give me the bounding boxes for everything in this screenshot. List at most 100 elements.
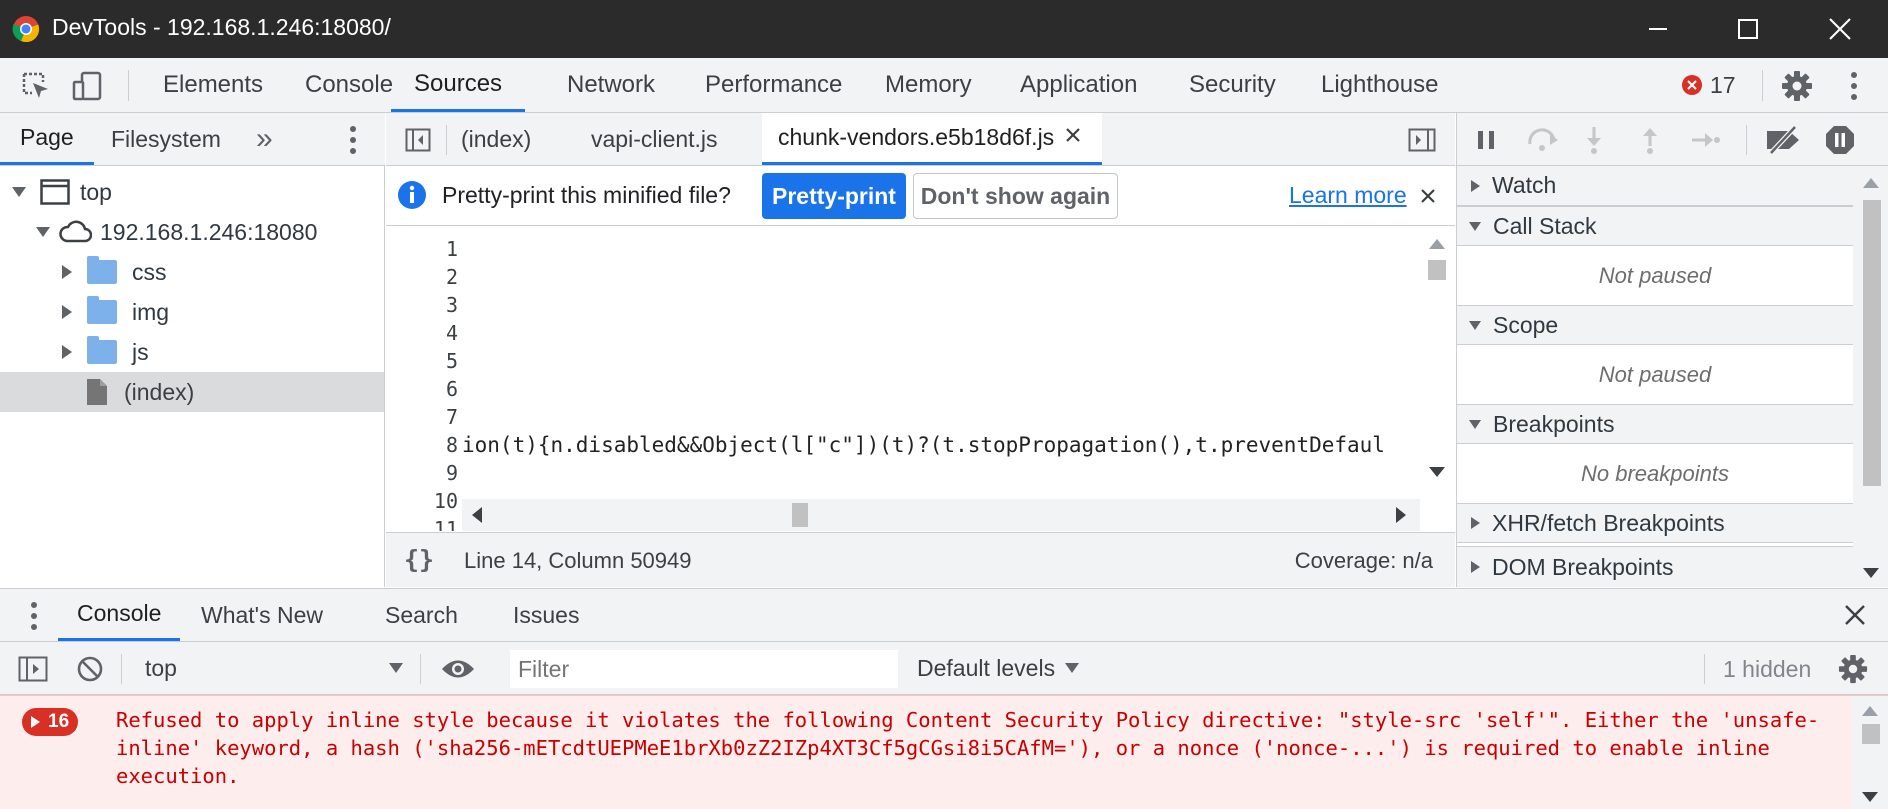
- scroll-down-icon[interactable]: [1862, 792, 1878, 802]
- debugger-sidebar: Watch Call Stack Not paused Scope Not pa…: [1456, 113, 1888, 587]
- repeat-count-badge[interactable]: 16: [22, 708, 79, 736]
- console-error-message[interactable]: 16 Refused to apply inline style because…: [0, 695, 1888, 809]
- repeat-count: 16: [48, 711, 70, 732]
- close-drawer-icon[interactable]: [1845, 605, 1865, 625]
- tab-elements[interactable]: Elements: [163, 58, 263, 112]
- tab-lighthouse[interactable]: Lighthouse: [1321, 58, 1438, 112]
- scroll-left-icon[interactable]: [472, 507, 482, 523]
- tree-item-folder[interactable]: js: [0, 332, 384, 372]
- tab-page[interactable]: Page: [0, 113, 94, 165]
- debugger-scrollbar[interactable]: [1853, 166, 1888, 587]
- cursor-position: Line 14, Column 50949: [464, 548, 692, 573]
- tree-item-folder[interactable]: css: [0, 252, 384, 292]
- tree-item-top[interactable]: top: [0, 172, 384, 212]
- tab-network[interactable]: Network: [567, 58, 655, 112]
- more-vert-icon: [1851, 72, 1857, 100]
- clear-console-button[interactable]: [75, 654, 105, 684]
- scroll-right-icon[interactable]: [1396, 507, 1406, 523]
- pause-on-exceptions-button[interactable]: [1823, 124, 1857, 156]
- toggle-navigator-button[interactable]: [404, 126, 432, 154]
- deactivate-breakpoints-button[interactable]: [1764, 124, 1804, 156]
- scroll-down-icon[interactable]: [1863, 568, 1879, 578]
- dont-show-again-button[interactable]: Don't show again: [913, 173, 1118, 219]
- editor-tab-index[interactable]: (index): [461, 113, 531, 165]
- error-counter[interactable]: 17: [1682, 69, 1736, 101]
- maximize-button[interactable]: [1718, 8, 1778, 50]
- toolbar-divider: [1762, 70, 1763, 101]
- console-settings-button[interactable]: [1836, 652, 1870, 686]
- toggle-debugger-button[interactable]: [1407, 126, 1437, 154]
- folder-icon: [87, 296, 117, 324]
- minimize-button[interactable]: [1628, 8, 1688, 50]
- editor-tab-chunk-vendors[interactable]: chunk-vendors.e5b18d6f.js: [762, 113, 1102, 165]
- learn-more-link[interactable]: Learn more: [1289, 182, 1407, 209]
- scroll-thumb[interactable]: [792, 503, 808, 527]
- toolbar-divider: [420, 654, 421, 684]
- pause-icon: [1478, 131, 1494, 149]
- file-icon: [87, 379, 107, 405]
- tab-filesystem[interactable]: Filesystem: [111, 113, 221, 165]
- console-scrollbar[interactable]: [1852, 696, 1888, 809]
- main-toolbar: Elements Console Sources Network Perform…: [0, 58, 1888, 113]
- tree-item-index[interactable]: (index): [0, 372, 384, 412]
- gear-icon: [1838, 654, 1868, 684]
- device-toolbar-button[interactable]: [70, 68, 106, 104]
- console-filter-input[interactable]: [510, 650, 898, 688]
- editor-tab-label: chunk-vendors.e5b18d6f.js: [778, 124, 1055, 150]
- pretty-print-button[interactable]: Pretty-print: [762, 173, 906, 219]
- scroll-down-icon[interactable]: [1429, 467, 1445, 477]
- tab-security[interactable]: Security: [1189, 58, 1276, 112]
- tree-item-host[interactable]: 192.168.1.246:18080: [0, 212, 384, 252]
- breakpoints-pane-header[interactable]: Breakpoints: [1457, 404, 1853, 444]
- sidebar-toggle-icon: [18, 656, 48, 682]
- pretty-print-infobar: Pretty-print this minified file? Pretty-…: [386, 166, 1455, 226]
- drawer-tab-whats-new[interactable]: What's New: [201, 589, 323, 641]
- scroll-up-icon[interactable]: [1429, 239, 1445, 249]
- toolbar-divider: [121, 654, 122, 684]
- tree-item-folder[interactable]: img: [0, 292, 384, 332]
- navigator-menu-button[interactable]: [338, 124, 368, 156]
- format-braces-icon[interactable]: {}: [404, 545, 434, 574]
- tab-memory[interactable]: Memory: [885, 58, 972, 112]
- log-levels-dropdown[interactable]: Default levels: [917, 642, 1080, 694]
- settings-button[interactable]: [1779, 68, 1815, 104]
- source-editor: (index) vapi-client.js chunk-vendors.e5b…: [386, 113, 1455, 587]
- customize-menu-button[interactable]: [1836, 68, 1872, 104]
- close-window-button[interactable]: [1810, 8, 1870, 50]
- pane-title: Breakpoints: [1493, 410, 1615, 437]
- more-tabs-button[interactable]: »: [256, 113, 273, 165]
- pause-exceptions-icon: [1826, 126, 1854, 154]
- xhr-breakpoints-pane-header[interactable]: XHR/fetch Breakpoints: [1457, 503, 1853, 543]
- context-selector[interactable]: top: [145, 642, 403, 694]
- scroll-thumb[interactable]: [1863, 200, 1881, 486]
- tab-application[interactable]: Application: [1020, 58, 1137, 112]
- dom-breakpoints-pane-header[interactable]: DOM Breakpoints: [1457, 546, 1853, 587]
- scroll-up-icon[interactable]: [1863, 178, 1879, 188]
- live-expression-button[interactable]: [440, 654, 476, 684]
- toggle-console-sidebar-button[interactable]: [17, 654, 49, 684]
- scroll-up-icon[interactable]: [1862, 706, 1878, 716]
- scope-pane-header[interactable]: Scope: [1457, 305, 1853, 345]
- scroll-thumb[interactable]: [1428, 260, 1446, 280]
- close-tab-icon[interactable]: [1066, 127, 1080, 142]
- drawer-tab-console[interactable]: Console: [58, 589, 181, 641]
- scroll-thumb[interactable]: [1862, 724, 1880, 744]
- tab-sources[interactable]: Sources: [391, 58, 526, 112]
- drawer-menu-button[interactable]: [20, 600, 48, 632]
- drawer-tab-issues[interactable]: Issues: [513, 589, 579, 641]
- watch-pane-header[interactable]: Watch: [1457, 166, 1853, 206]
- tab-console[interactable]: Console: [305, 58, 393, 112]
- inspect-element-button[interactable]: [18, 68, 54, 104]
- drawer-tab-search[interactable]: Search: [385, 589, 458, 641]
- editor-vertical-scrollbar[interactable]: [1420, 227, 1455, 531]
- editor-horizontal-scrollbar[interactable]: [462, 499, 1420, 531]
- call-stack-pane-header[interactable]: Call Stack: [1457, 206, 1853, 246]
- editor-tab-vapi-client[interactable]: vapi-client.js: [591, 113, 718, 165]
- file-navigator: Page Filesystem » top 192.168.1.246:1808…: [0, 113, 385, 587]
- close-infobar-icon[interactable]: [1421, 189, 1435, 203]
- error-icon: [1682, 75, 1702, 95]
- tab-performance[interactable]: Performance: [705, 58, 842, 112]
- pause-button[interactable]: [1472, 126, 1500, 154]
- toolbar-divider: [1704, 654, 1705, 684]
- code-content[interactable]: ion(t){n.disabled&&Object(l["c"])(t)?(t.…: [462, 227, 1420, 531]
